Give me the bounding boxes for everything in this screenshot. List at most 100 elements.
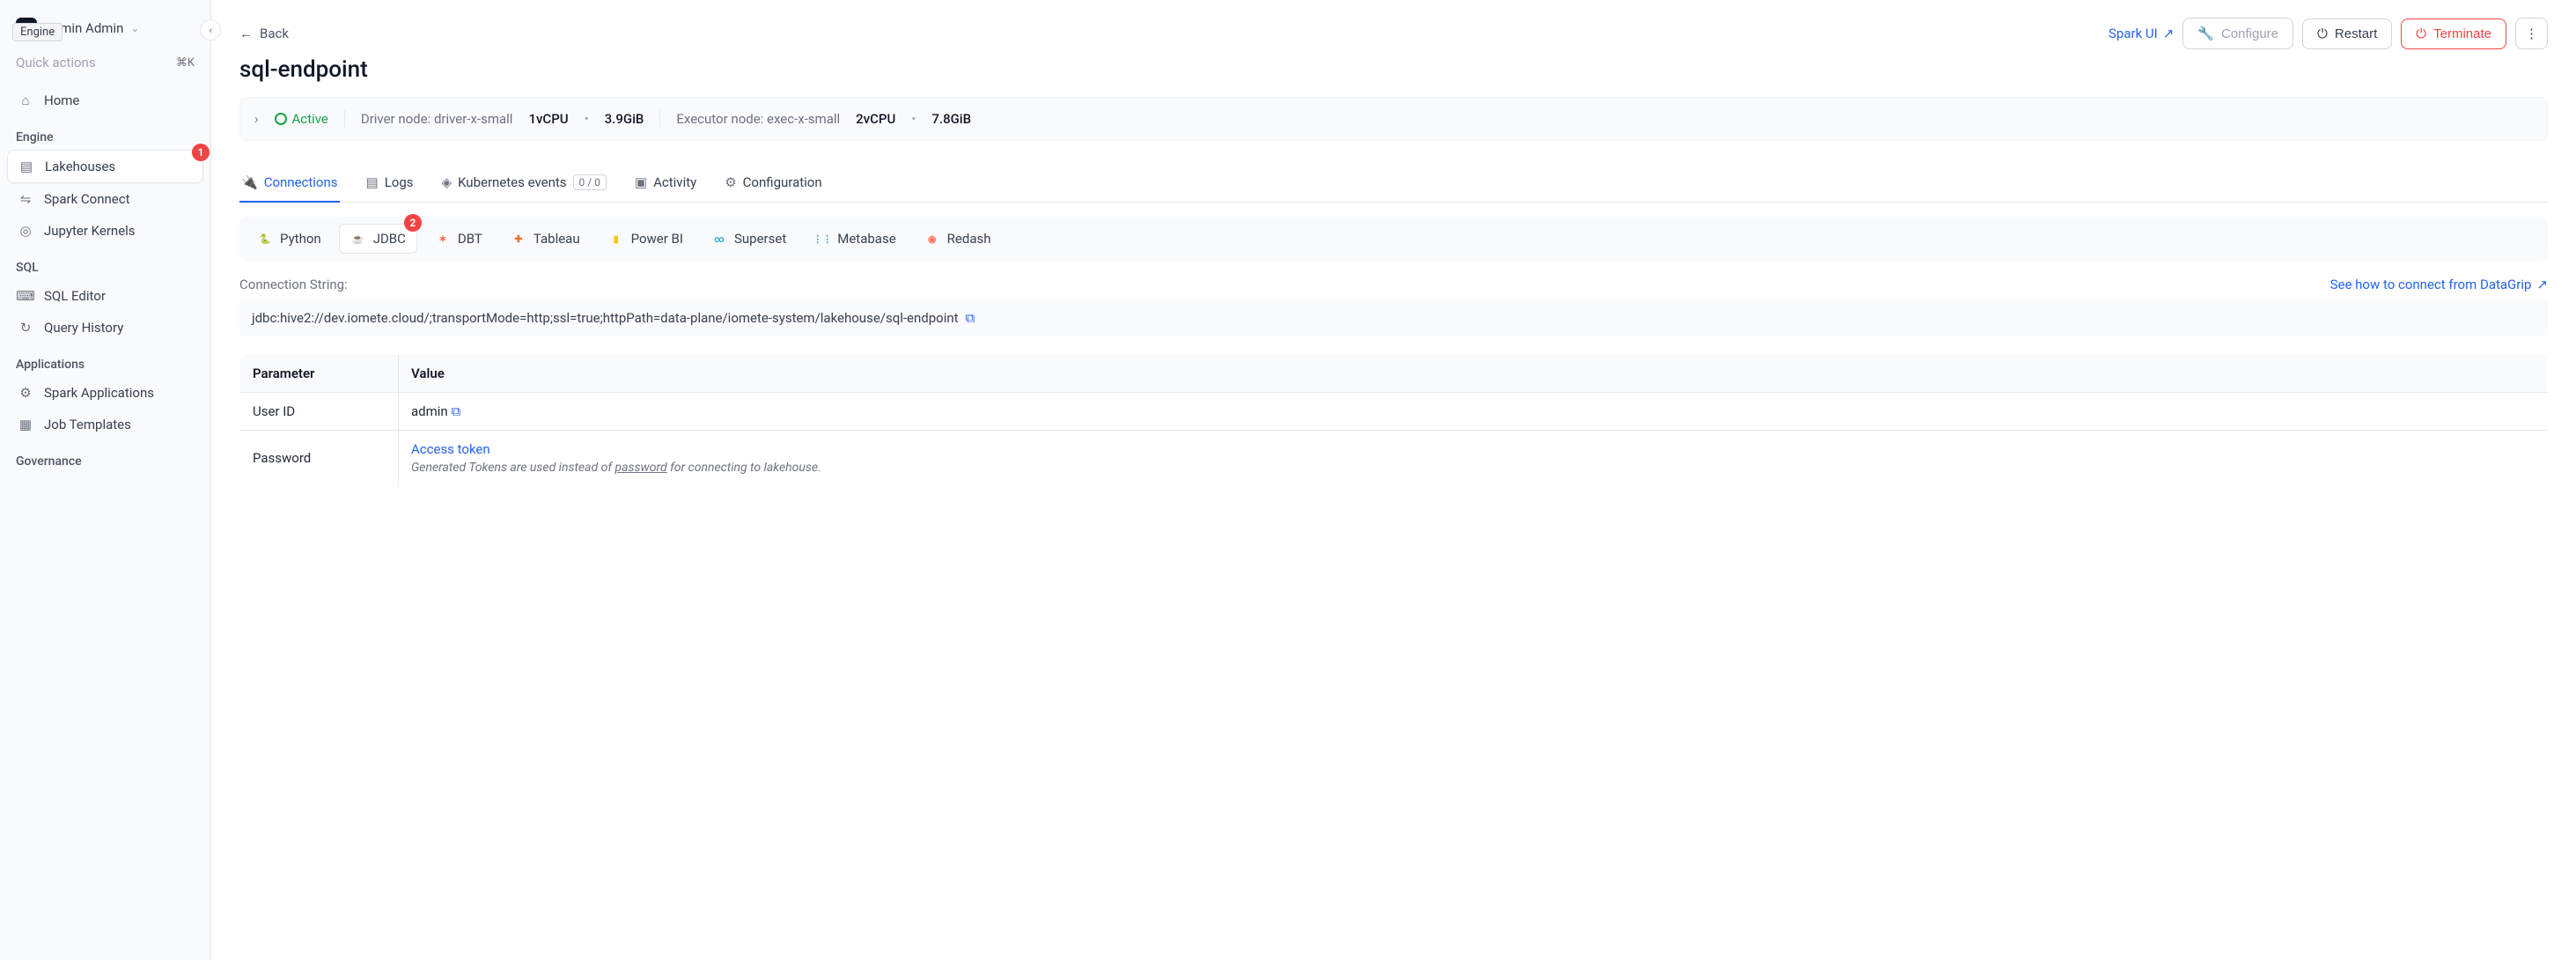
- sidebar-item-jupyter-kernels[interactable]: ◎ Jupyter Kernels: [7, 215, 203, 247]
- status-card[interactable]: › Active Driver node: driver-x-small 1vC…: [239, 97, 2548, 141]
- sidebar-item-label: Jupyter Kernels: [44, 223, 136, 239]
- connector-label: Redash: [947, 231, 991, 247]
- tab-kubernetes-events[interactable]: ◈ Kubernetes events 0 / 0: [440, 166, 608, 203]
- templates-icon: ▦: [18, 417, 33, 432]
- tab-configuration[interactable]: ⚙ Configuration: [723, 166, 823, 203]
- sidebar-item-label: Lakehouses: [45, 159, 115, 174]
- connector-metabase[interactable]: ⋮⋮ Metabase: [804, 224, 906, 254]
- param-value: admin ⧉: [399, 393, 2548, 431]
- external-link-icon: ↗: [2163, 26, 2175, 41]
- divider: [659, 110, 660, 128]
- spark-connect-icon: ⇋: [18, 191, 33, 207]
- power-icon: ⏻: [2317, 26, 2328, 41]
- connector-label: DBT: [458, 231, 482, 247]
- status-active: Active: [275, 111, 328, 127]
- connector-jdbc[interactable]: ☕ JDBC 2: [339, 224, 417, 254]
- sidebar-item-label: SQL Editor: [44, 288, 106, 304]
- more-menu-button[interactable]: ⋮: [2515, 18, 2548, 49]
- executor-node-label: Executor node: exec-x-small: [676, 111, 840, 127]
- connection-string-label: Connection String:: [239, 277, 348, 292]
- driver-cpu: 1vCPU: [528, 111, 568, 127]
- connector-python[interactable]: 🐍 Python: [247, 224, 332, 254]
- main-content: ← Back Spark UI ↗ 🔧 Configure ⏻ Restart …: [211, 0, 2576, 960]
- executor-cpu: 2vCPU: [856, 111, 895, 127]
- sidebar-item-label: Job Templates: [44, 417, 131, 432]
- arrow-left-icon: ←: [239, 26, 253, 41]
- java-icon: ☕: [350, 231, 366, 247]
- external-link-icon: ↗: [2536, 277, 2548, 292]
- plug-icon: 🔌: [241, 174, 258, 190]
- restart-button[interactable]: ⏻ Restart: [2302, 18, 2392, 49]
- sidebar-item-lakehouses[interactable]: ▤ Lakehouses 1: [7, 150, 203, 183]
- connector-dbt[interactable]: ✶ DBT: [424, 224, 493, 254]
- quick-actions[interactable]: Quick actions ⌘K: [7, 46, 203, 85]
- sidebar-item-label: Spark Applications: [44, 385, 154, 401]
- tab-count: 0 / 0: [573, 174, 607, 190]
- connector-redash[interactable]: ◉ Redash: [914, 224, 1002, 254]
- status-label: Active: [292, 111, 328, 127]
- kubernetes-icon: ◈: [442, 174, 453, 190]
- quick-actions-label: Quick actions: [16, 55, 96, 70]
- chevron-down-icon: ⌄: [130, 22, 139, 34]
- header-row: ← Back Spark UI ↗ 🔧 Configure ⏻ Restart …: [239, 18, 2548, 49]
- tabs: 🔌 Connections ▤ Logs ◈ Kubernetes events…: [239, 166, 2548, 203]
- tab-label: Activity: [653, 174, 696, 190]
- sidebar-item-job-templates[interactable]: ▦ Job Templates: [7, 409, 203, 440]
- tableau-icon: ✚: [511, 231, 526, 247]
- dots-vertical-icon: ⋮: [2525, 26, 2538, 41]
- connector-strip: 🐍 Python ☕ JDBC 2 ✶ DBT ✚ Tableau ▮ Powe…: [239, 217, 2548, 261]
- back-button[interactable]: ← Back: [239, 26, 289, 41]
- sidebar-item-spark-applications[interactable]: ⚙ Spark Applications: [7, 377, 203, 409]
- executor-mem: 7.8GiB: [931, 111, 971, 127]
- connector-superset[interactable]: ∞ Superset: [701, 224, 797, 254]
- page-title: sql-endpoint: [239, 56, 2548, 83]
- datagrip-help-link[interactable]: See how to connect from DataGrip ↗: [2330, 277, 2548, 292]
- connection-string-value: jdbc:hive2://dev.iomete.cloud/;transport…: [252, 310, 959, 326]
- sidebar-item-spark-connect[interactable]: ⇋ Spark Connect: [7, 183, 203, 215]
- tab-label: Configuration: [743, 174, 822, 190]
- section-applications: Applications: [7, 343, 203, 377]
- tab-connections[interactable]: 🔌 Connections: [239, 166, 340, 203]
- spark-apps-icon: ⚙: [18, 385, 33, 401]
- copy-icon[interactable]: ⧉: [966, 310, 975, 326]
- password-hint: Generated Tokens are used instead of pas…: [411, 461, 2535, 475]
- dot-separator: •: [585, 111, 589, 127]
- connector-label: Python: [280, 231, 321, 247]
- terminate-button[interactable]: ⏻ Terminate: [2401, 18, 2506, 49]
- connector-powerbi[interactable]: ▮ Power BI: [598, 224, 694, 254]
- log-icon: ▤: [366, 174, 379, 190]
- connector-tableau[interactable]: ✚ Tableau: [500, 224, 591, 254]
- tab-logs[interactable]: ▤ Logs: [364, 166, 416, 203]
- sidebar-item-sql-editor[interactable]: ⌨ SQL Editor: [7, 280, 203, 312]
- quick-actions-shortcut: ⌘K: [176, 56, 195, 70]
- configure-label: Configure: [2221, 26, 2278, 41]
- sidebar-item-query-history[interactable]: ↻ Query History: [7, 312, 203, 343]
- connector-label: Metabase: [837, 231, 895, 247]
- gear-icon: ⚙: [725, 174, 736, 190]
- back-label: Back: [260, 26, 289, 41]
- table-header-row: Parameter Value: [240, 355, 2548, 393]
- col-value: Value: [399, 355, 2548, 393]
- sidebar-item-label: Query History: [44, 320, 123, 336]
- wrench-icon: 🔧: [2197, 26, 2214, 41]
- status-indicator-icon: [275, 113, 287, 125]
- spark-ui-link[interactable]: Spark UI ↗: [2109, 26, 2174, 41]
- access-token-link[interactable]: Access token: [411, 441, 490, 457]
- sidebar-item-label: Home: [44, 92, 79, 108]
- spark-ui-label: Spark UI: [2109, 26, 2158, 41]
- sidebar-item-home[interactable]: ⌂ Home: [7, 85, 203, 116]
- param-name: Password: [240, 431, 399, 486]
- tab-label: Logs: [385, 174, 414, 190]
- tab-activity[interactable]: ▣ Activity: [633, 166, 698, 203]
- connector-label: JDBC: [373, 231, 406, 247]
- sidebar-item-label: Spark Connect: [44, 191, 130, 207]
- table-row-password: Password Access token Generated Tokens a…: [240, 431, 2548, 486]
- sidebar-collapse-button[interactable]: ‹: [200, 19, 221, 41]
- terminate-label: Terminate: [2433, 26, 2491, 41]
- powerbi-icon: ▮: [608, 231, 624, 247]
- copy-icon[interactable]: ⧉: [451, 403, 460, 419]
- section-engine: Engine: [7, 116, 203, 150]
- divider: [344, 110, 345, 128]
- col-parameter: Parameter: [240, 355, 399, 393]
- chevron-right-icon: ›: [254, 111, 259, 127]
